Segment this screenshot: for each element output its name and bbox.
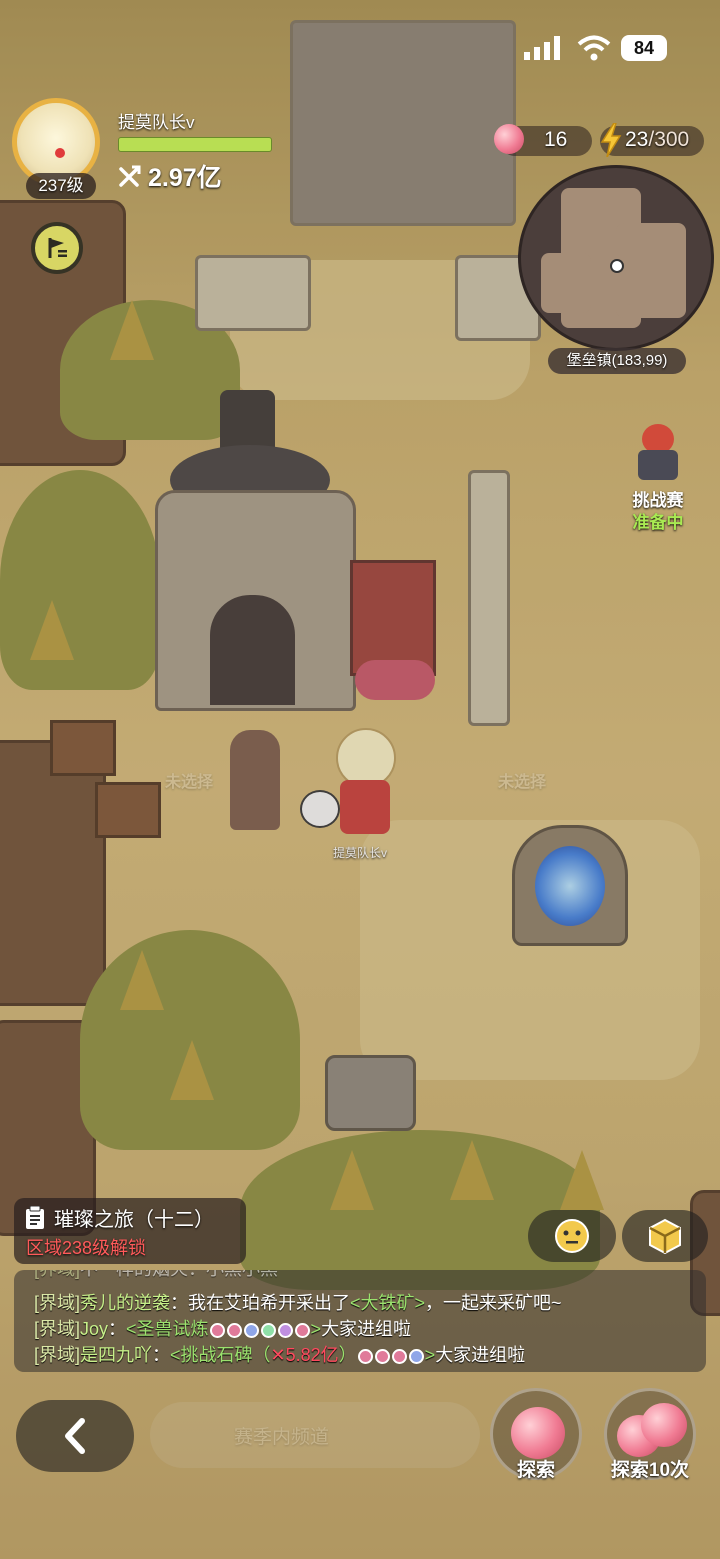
quest-subtitle: 区域238级解锁 [26,1238,147,1258]
energy-value: 23/300 [625,128,689,152]
chat-text-tail: 大家进组啦 [435,1345,526,1365]
challenge-status: 准备中 [632,513,684,532]
team-member-icons [209,1319,311,1339]
cube-button[interactable] [622,1210,708,1262]
chat-message: [界域]是四九吖：<挑战石碑（✕5.82亿） >大家进组啦 [34,1338,694,1372]
apple-count: 16 [544,128,568,151]
location-label: 堡垒镇(183,99) [548,348,686,374]
player-name: 提莫队长v [118,113,195,132]
chat-text: 不一样的烟火：小黑小黑 [80,1270,278,1279]
apple-counter[interactable]: 16 [494,124,592,156]
chat-text: ： [152,1345,171,1365]
minimap-player-marker [610,259,624,273]
chat-link-end: > [310,1319,322,1339]
quest-tracker[interactable]: 璀璨之旅（十二） 区域238级解锁 [14,1198,246,1264]
chat-channel: [界域] [34,1345,81,1365]
energy-current: 23 [625,128,649,151]
explore10-label: 探索10次 [610,1460,690,1481]
battery-level: 84 [633,38,655,58]
flag-button[interactable] [31,222,83,274]
chat-link-end: > [424,1345,436,1365]
challenge-avatar [634,424,680,482]
apple-icon [494,124,524,154]
chat-channel: [界域] [34,1319,81,1339]
quest-title: 璀璨之旅（十二） [54,1209,214,1231]
chat-item-link[interactable]: <大铁矿> [350,1293,425,1313]
chat-sender[interactable]: 是四九吖 [80,1345,152,1365]
player-hp-bar [118,137,272,152]
chat-panel[interactable]: [界域]不一样的烟火：小黑小黑 [界域]秀儿的逆袭：我在艾珀希开采出了<大铁矿>… [14,1270,706,1372]
explore-button[interactable]: 探索 [490,1388,582,1481]
apple-icon [641,1403,687,1447]
chat-text-tail: ，一起来采矿吧~ [425,1293,562,1313]
wifi-icon [577,35,611,61]
chat-input-placeholder: 赛季内频道 [234,1427,330,1448]
energy-counter[interactable]: 23/300 [600,123,704,157]
power-display: 2.97亿 [118,158,222,194]
chat-paren: ） [338,1345,357,1365]
chat-sender[interactable]: Joy [80,1319,108,1339]
power-icon: ✕ [270,1345,286,1365]
flag-icon [48,238,67,258]
chat-power-value: 5.82亿 [285,1345,339,1365]
lightning-icon [600,123,622,157]
back-arrow-icon [65,1418,85,1454]
chat-text: ：我在艾珀希开采出了 [170,1293,351,1313]
power-icon [119,165,141,187]
power-value: 2.97亿 [148,164,222,192]
status-bar: 84 [0,0,720,90]
chat-event-link[interactable]: <圣兽试炼 [126,1319,209,1339]
chat-input-bar[interactable]: 赛季内频道 [150,1402,480,1468]
energy-max: /300 [648,128,690,151]
apple-icon [511,1407,565,1459]
quest-icon [26,1206,44,1229]
chat-channel: [界域] [34,1270,80,1279]
emoji-button[interactable] [528,1210,616,1262]
chat-sender[interactable]: 秀儿的逆袭 [80,1293,170,1313]
chat-channel: [界域] [34,1293,81,1313]
explore-10-button[interactable]: 探索10次 [604,1388,696,1481]
avatar-nose [55,148,65,158]
team-member-icons [357,1345,425,1365]
cube-icon [649,1218,681,1255]
battery-indicator: 84 [621,35,667,61]
signal-icon [524,36,560,60]
location-text: 堡垒镇(183,99) [566,352,668,369]
explore-label: 探索 [516,1460,555,1481]
emoji-icon [555,1219,589,1253]
chat-text-tail: 大家进组啦 [321,1319,412,1339]
level-badge: 237级 [26,173,96,199]
challenge-button[interactable]: 挑战赛 准备中 [608,422,708,532]
back-button[interactable] [16,1400,134,1472]
chat-message: [界域]不一样的烟火：小黑小黑 [34,1270,694,1286]
level-text: 237级 [38,176,84,195]
chat-event-link[interactable]: <挑战石碑（ [170,1345,271,1365]
chat-text: ： [108,1319,127,1339]
minimap[interactable] [518,165,714,351]
